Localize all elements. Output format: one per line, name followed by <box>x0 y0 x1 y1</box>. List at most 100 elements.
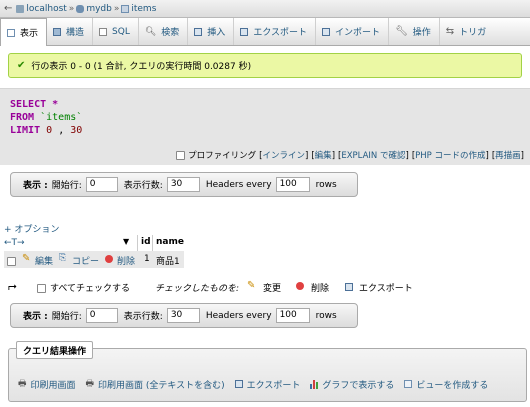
create-view-link[interactable]: ビューを作成する <box>404 376 488 392</box>
rows-count-input[interactable]: 30 <box>166 177 200 192</box>
headers-every-input[interactable]: 100 <box>275 308 310 323</box>
table-header: ←T→ <box>4 235 25 251</box>
tab-search[interactable]: 🔍︎ 検索 <box>139 18 189 45</box>
tab-label: SQL <box>112 26 130 37</box>
browse-icon <box>7 28 15 37</box>
sql-star: * <box>52 99 59 110</box>
display-chart-link[interactable]: グラフで表示する <box>310 376 394 392</box>
tab-browse[interactable]: 表示 <box>0 18 48 46</box>
cell-id[interactable]: 1 <box>144 254 150 264</box>
database-icon <box>76 4 85 13</box>
rows-count-label: 表示行数: <box>123 181 163 191</box>
profiling-label: プロファイリング <box>188 151 257 161</box>
bulk-delete-button[interactable]: 削除 <box>311 281 329 294</box>
wrench-icon: 🔧︎ <box>395 26 408 37</box>
refresh-link[interactable]: 再描画 <box>495 151 521 161</box>
delete-icon <box>296 282 304 290</box>
tab-bar: 表示 構造 SQL 🔍︎ 検索 挿入 エクスポート インポート 🔧︎ 操作 ⇆ … <box>0 18 530 46</box>
tab-sql[interactable]: SQL <box>93 18 139 45</box>
table-icon <box>121 4 130 13</box>
headers-every-input[interactable]: 100 <box>275 177 310 192</box>
start-row-input[interactable]: 0 <box>85 308 118 323</box>
insert-icon <box>194 27 203 36</box>
check-all-checkbox[interactable] <box>37 284 46 293</box>
start-row-label: 開始行: <box>51 181 82 191</box>
sql-keyword: FROM <box>10 112 35 123</box>
bulk-export-button[interactable]: エクスポート <box>359 281 413 294</box>
breadcrumb: ← localhost » mydb » items <box>0 0 530 18</box>
column-sort-arrows[interactable]: ←T→ <box>4 238 25 248</box>
export-icon <box>240 27 249 36</box>
row-edit-link[interactable]: 編集 <box>35 254 53 267</box>
row-checkbox[interactable] <box>7 257 16 266</box>
pencil-icon: ✎ <box>22 253 31 264</box>
check-all-label[interactable]: すべてチェックする <box>50 281 130 294</box>
print-view-link[interactable]: 🖶 印刷用画面 <box>18 376 76 392</box>
import-icon <box>322 27 331 36</box>
show-button[interactable]: 表示 : <box>23 309 48 322</box>
pencil-icon: ✎ <box>247 280 256 291</box>
sql-table: `items` <box>40 112 83 123</box>
printer-icon: 🖶 <box>85 379 95 389</box>
tab-label: 操作 <box>412 28 431 38</box>
sql-number: 30 <box>70 125 83 136</box>
rows-count-label: 表示行数: <box>123 312 163 322</box>
search-icon: 🔍︎ <box>144 26 157 37</box>
success-message: ✔ 行の表示 0 - 0 (1 合計, クエリの実行時間 0.0287 秒) <box>8 53 522 78</box>
rows-suffix-label: rows <box>315 310 337 321</box>
view-icon <box>404 380 413 388</box>
tab-operations[interactable]: 🔧︎ 操作 <box>389 18 440 45</box>
print-view-label: 印刷用画面 <box>30 380 76 391</box>
query-operations-links: 🖶 印刷用画面 🖶 印刷用画面 (全テキストを含む) エクスポート グラフで表示… <box>18 376 498 392</box>
row-delete-link[interactable]: 削除 <box>117 254 135 267</box>
php-code-link[interactable]: PHP コードの作成 <box>415 151 485 161</box>
sql-action-links: プロファイリング [インライン] [編集] [EXPLAIN で確認] [PHP… <box>176 149 524 161</box>
profiling-checkbox[interactable] <box>176 150 186 160</box>
query-results-legend: クエリ結果操作 <box>16 341 94 359</box>
tab-export[interactable]: エクスポート <box>234 18 317 45</box>
chart-icon <box>310 379 319 389</box>
edit-query-link[interactable]: 編集 <box>315 151 332 161</box>
back-arrow-icon[interactable]: ← <box>4 3 12 14</box>
breadcrumb-table[interactable]: items <box>131 4 156 14</box>
rows-count-input[interactable]: 30 <box>166 308 200 323</box>
breadcrumb-separator: » <box>68 3 75 14</box>
sql-number: 0 <box>46 125 53 136</box>
breadcrumb-separator: » <box>113 3 120 14</box>
print-full-label: 印刷用画面 (全テキストを含む) <box>98 380 225 391</box>
breadcrumb-server[interactable]: localhost <box>26 4 66 14</box>
copy-icon: ⎘ <box>59 253 67 263</box>
tab-insert[interactable]: 挿入 <box>188 18 235 45</box>
export-link[interactable]: エクスポート <box>234 376 300 392</box>
column-header-id[interactable]: id <box>141 237 151 247</box>
tab-import[interactable]: インポート <box>316 18 390 45</box>
display-chart-label: グラフで表示する <box>322 380 395 391</box>
cell-name[interactable]: 商品1 <box>156 254 180 267</box>
export-icon <box>345 283 353 291</box>
export-icon <box>234 380 243 388</box>
server-icon <box>16 4 25 13</box>
breadcrumb-database[interactable]: mydb <box>86 4 112 14</box>
explain-link[interactable]: EXPLAIN で確認 <box>341 151 405 161</box>
inline-edit-link[interactable]: インライン <box>263 151 306 161</box>
options-link[interactable]: + オプション <box>4 222 59 235</box>
tab-label: 表示 <box>20 29 39 39</box>
sql-keyword: SELECT <box>10 99 47 110</box>
tab-label: 挿入 <box>207 28 226 38</box>
printer-icon: 🖶 <box>18 379 27 389</box>
column-header-name[interactable]: name <box>156 237 184 247</box>
sql-query[interactable]: SELECT * FROM `items` LIMIT 0 , 30 <box>10 98 82 137</box>
print-full-link[interactable]: 🖶 印刷用画面 (全テキストを含む) <box>86 376 225 392</box>
sort-dropdown-icon[interactable]: ▼ <box>123 237 129 246</box>
row-copy-link[interactable]: コピー <box>72 254 99 267</box>
tab-triggers[interactable]: ⇆ トリガ <box>440 18 494 45</box>
start-row-input[interactable]: 0 <box>85 177 118 192</box>
show-button[interactable]: 表示 : <box>23 178 48 191</box>
rows-suffix-label: rows <box>315 179 337 190</box>
start-row-label: 開始行: <box>51 312 82 322</box>
tab-label: インポート <box>335 28 381 38</box>
success-text: 行の表示 0 - 0 (1 合計, クエリの実行時間 0.0287 秒) <box>31 62 252 72</box>
delete-icon <box>105 255 113 263</box>
tab-structure[interactable]: 構造 <box>47 18 94 45</box>
bulk-change-button[interactable]: 変更 <box>263 281 281 294</box>
